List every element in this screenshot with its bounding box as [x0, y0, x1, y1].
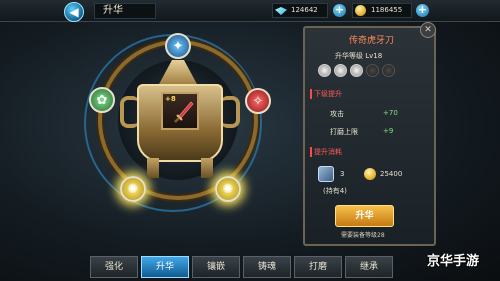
yellow-rune-node-right[interactable]: ✺ — [215, 176, 241, 202]
yin-yang-orb-icon — [350, 64, 363, 77]
grind-label: 打磨上限 — [330, 128, 358, 136]
sword-icon — [174, 101, 194, 123]
next-level-tag: 下级提升 — [310, 89, 342, 99]
yellow-rune-node-left[interactable]: ✺ — [120, 176, 146, 202]
coin-icon — [355, 5, 366, 16]
grade-orbs — [318, 64, 395, 77]
page-title: 升华 — [94, 3, 156, 19]
yin-yang-orb-empty-icon — [382, 64, 395, 77]
coin-cost: 25400 — [380, 170, 403, 178]
bottom-tabs: 强化 升华 镶嵌 铸魂 打磨 继承 — [90, 256, 440, 278]
cauldron-leg — [201, 158, 213, 178]
top-bar: ◀ 升华 124642 + 1186455 + — [0, 0, 500, 22]
tab-inherit[interactable]: 继承 — [345, 256, 393, 278]
add-diamond-button[interactable]: + — [333, 4, 346, 17]
blue-rune-node[interactable]: ✦ — [165, 33, 191, 59]
green-rune-node[interactable]: ✿ — [89, 87, 115, 113]
yin-yang-orb-icon — [318, 64, 331, 77]
yin-yang-orb-empty-icon — [366, 64, 379, 77]
tab-polish[interactable]: 打磨 — [294, 256, 342, 278]
close-icon[interactable]: ✕ — [420, 22, 436, 38]
requirement-text: 需要装备等级28 — [341, 232, 385, 239]
coin-count-box: 1186455 — [352, 3, 412, 18]
yin-yang-orb-icon — [334, 64, 347, 77]
weapon-slot[interactable]: +8 — [161, 92, 199, 130]
watermark: 京华手游 — [427, 254, 480, 269]
diamond-icon — [275, 7, 287, 15]
tab-strengthen[interactable]: 强化 — [90, 256, 138, 278]
diamond-count: 124642 — [291, 6, 318, 14]
coin-count: 1186455 — [371, 6, 403, 14]
attack-value: +70 — [383, 109, 398, 117]
red-rune-node[interactable]: ✧ — [245, 88, 271, 114]
tab-soul-cast[interactable]: 铸魂 — [243, 256, 291, 278]
material-owned: (持有4) — [323, 187, 347, 195]
upgrade-material-icon[interactable] — [318, 166, 334, 182]
grade-value: Lv18 — [365, 52, 383, 60]
back-arrow-icon[interactable]: ◀ — [64, 2, 84, 22]
weapon-name: 传奇虎牙刀 — [348, 36, 394, 46]
cauldron-handle-right — [220, 96, 240, 128]
upgrade-button[interactable]: 升华 — [335, 205, 394, 227]
add-coin-button[interactable]: + — [416, 4, 429, 17]
material-tag: 提升消耗 — [310, 147, 342, 157]
material-count: 3 — [340, 170, 345, 178]
grade-label: 升华等级 — [335, 52, 363, 60]
grade-line: 升华等级 Lv18 — [335, 51, 382, 61]
game-screen: ◀ 升华 124642 + 1186455 + ✦ ✿ ✧ ✺ ✺ +8 传奇虎… — [0, 0, 500, 281]
tab-inlay[interactable]: 镶嵌 — [192, 256, 240, 278]
coin-icon — [364, 168, 376, 180]
grind-value: +9 — [383, 127, 394, 135]
diamond-count-box: 124642 — [272, 3, 328, 18]
cauldron-leg — [147, 158, 159, 178]
tab-sublimate[interactable]: 升华 — [141, 256, 189, 278]
attack-label: 攻击 — [330, 110, 344, 118]
